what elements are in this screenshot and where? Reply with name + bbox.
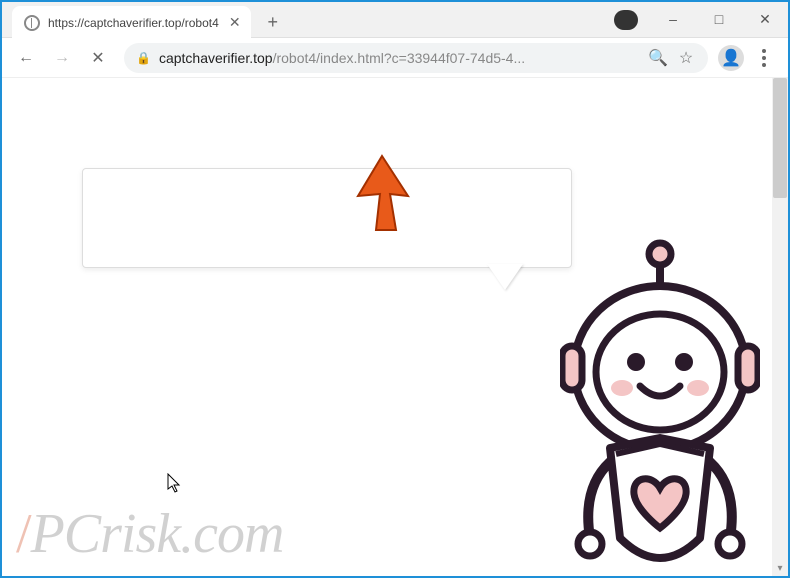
tab-close-icon[interactable]: ✕ xyxy=(227,15,243,31)
watermark-slash: / xyxy=(16,503,31,565)
vertical-scrollbar[interactable]: ▴ ▾ xyxy=(772,78,788,576)
window-controls: – □ ✕ xyxy=(650,2,788,36)
search-icon[interactable]: 🔍 xyxy=(648,48,668,68)
watermark-dotcom: .com xyxy=(180,503,283,565)
speech-bubble xyxy=(82,168,572,268)
new-tab-button[interactable]: + xyxy=(259,9,287,37)
lock-icon[interactable]: 🔒 xyxy=(136,51,151,65)
incognito-icon xyxy=(614,10,638,30)
forward-button[interactable]: → xyxy=(46,42,78,74)
titlebar: https://captchaverifier.top/robot4 ✕ + –… xyxy=(2,2,788,38)
minimize-button[interactable]: – xyxy=(650,2,696,36)
address-bar[interactable]: 🔒 captchaverifier.top/robot4/index.html?… xyxy=(124,43,708,73)
tab-title: https://captchaverifier.top/robot4 xyxy=(48,16,219,30)
profile-avatar[interactable]: 👤 xyxy=(718,45,744,71)
url-path: /robot4/index.html?c=33944f07-74d5-4... xyxy=(273,50,526,66)
close-window-button[interactable]: ✕ xyxy=(742,2,788,36)
bookmark-star-icon[interactable]: ☆ xyxy=(676,48,696,68)
url-text: captchaverifier.top/robot4/index.html?c=… xyxy=(159,50,640,66)
browser-tab[interactable]: https://captchaverifier.top/robot4 ✕ xyxy=(12,6,251,40)
watermark-risk: risk xyxy=(100,503,180,565)
robot-illustration xyxy=(560,238,760,576)
watermark: /PCrisk.com xyxy=(16,502,283,566)
scroll-down-icon[interactable]: ▾ xyxy=(772,560,788,576)
watermark-pc: PC xyxy=(31,503,101,565)
toolbar: ← → ✕ 🔒 captchaverifier.top/robot4/index… xyxy=(2,38,788,78)
url-domain: captchaverifier.top xyxy=(159,50,273,66)
maximize-button[interactable]: □ xyxy=(696,2,742,36)
speech-bubble-tail xyxy=(487,264,523,290)
menu-button[interactable] xyxy=(748,49,780,67)
globe-icon xyxy=(24,15,40,31)
page-content: /PCrisk.com ▴ ▾ xyxy=(2,78,788,576)
mouse-cursor-icon xyxy=(167,473,181,493)
stop-reload-button[interactable]: ✕ xyxy=(82,42,114,74)
scroll-thumb[interactable] xyxy=(773,78,787,198)
back-button[interactable]: ← xyxy=(10,42,42,74)
